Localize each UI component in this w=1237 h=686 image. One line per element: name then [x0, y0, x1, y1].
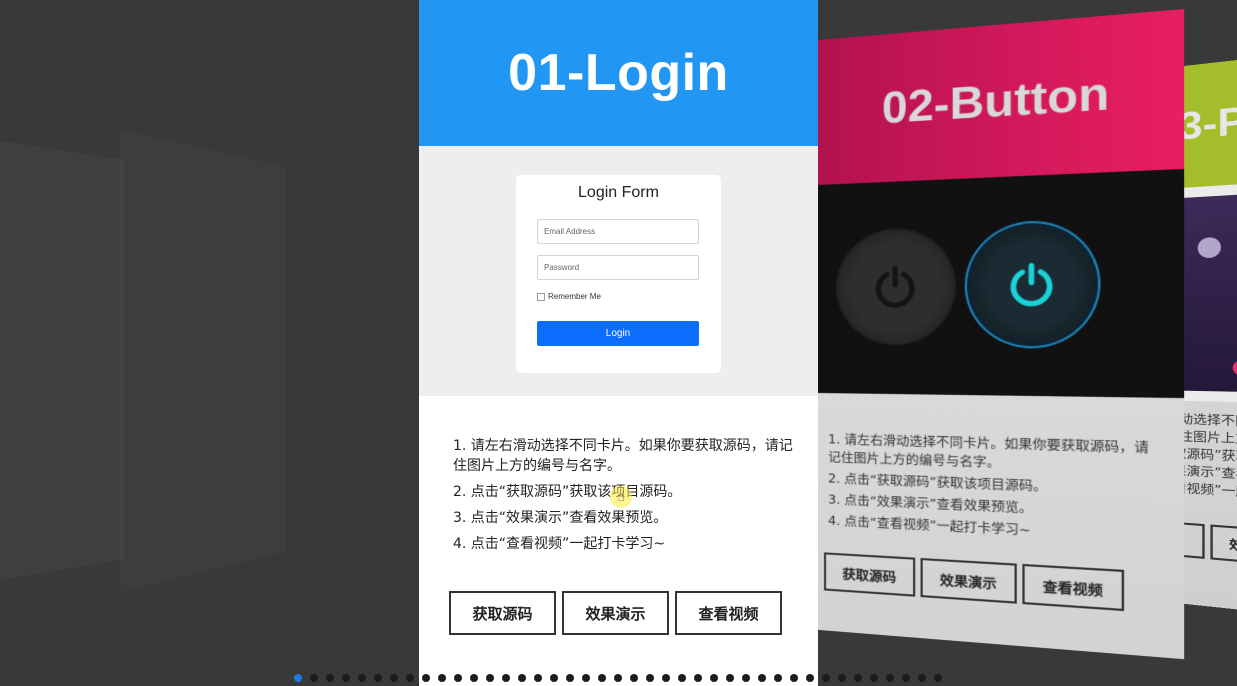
pagination-dot[interactable]: [678, 674, 686, 682]
pagination-dot[interactable]: [358, 674, 366, 682]
pagination-dot[interactable]: [406, 674, 414, 682]
pagination-dot[interactable]: [454, 674, 462, 682]
remember-me-checkbox: Remember Me: [537, 292, 601, 301]
pagination-dot[interactable]: [694, 674, 702, 682]
power-button-off-preview: [838, 228, 954, 343]
pagination-dot[interactable]: [534, 674, 542, 682]
pagination-dot[interactable]: [726, 674, 734, 682]
pagination-dot[interactable]: [934, 674, 942, 682]
watch-video-button[interactable]: 查看视频: [1022, 563, 1125, 612]
pagination-dot[interactable]: [838, 674, 846, 682]
carousel[interactable]: 01-Login Login Form Email Address Passwo…: [0, 0, 1237, 686]
instruction-line: 4. 点击“查看视频”一起打卡学习~: [453, 536, 666, 552]
get-source-button[interactable]: 获取源码: [449, 591, 556, 635]
card-title: 02-Button: [881, 66, 1110, 133]
pagination-dot[interactable]: [902, 674, 910, 682]
pagination-dot[interactable]: [886, 674, 894, 682]
card-01-login[interactable]: 01-Login Login Form Email Address Passwo…: [419, 0, 818, 686]
pagination-dot[interactable]: [710, 674, 718, 682]
instruction-line: 1. 请左右滑动选择不同卡片。如果你要获取源码，请记住图片上方的编号与名字。: [453, 438, 793, 474]
demo-button[interactable]: 效果演示: [562, 591, 669, 635]
pagination-dot[interactable]: [518, 674, 526, 682]
demo-button[interactable]: 效果演示: [1210, 524, 1237, 568]
pagination-dot[interactable]: [502, 674, 510, 682]
pagination-dot[interactable]: [742, 674, 750, 682]
pagination-dot[interactable]: [598, 674, 606, 682]
instruction-line: 1. 请左右滑动选择不同卡片。如果你要获取源码，请记住图片上方的编号与名字。: [828, 431, 1150, 471]
pagination-dot[interactable]: [438, 674, 446, 682]
remember-label: Remember Me: [548, 292, 601, 301]
card-preview-image: Login Form Email Address Password Rememb…: [419, 146, 818, 396]
power-icon: [1004, 259, 1058, 311]
pagination-dot[interactable]: [854, 674, 862, 682]
card-actions: 获取源码 效果演示 查看视频: [824, 552, 1125, 612]
pagination-dot[interactable]: [566, 674, 574, 682]
phone-button: [1232, 360, 1237, 376]
pagination[interactable]: [294, 674, 942, 682]
checkbox-icon: [537, 292, 545, 301]
watch-video-button[interactable]: 查看视频: [675, 591, 782, 635]
pagination-dot[interactable]: [422, 674, 430, 682]
previous-card-ghost: [0, 139, 124, 582]
power-icon: [870, 262, 920, 312]
card-actions: 获取源码 效果演示 查看视频: [449, 591, 782, 635]
pagination-dot[interactable]: [822, 674, 830, 682]
login-button: Login: [537, 321, 699, 346]
pagination-dot[interactable]: [486, 674, 494, 682]
instruction-line: 2. 点击“获取源码”获取该项目源码。: [828, 470, 1048, 495]
card-header: 02-Button: [818, 9, 1185, 186]
pagination-dot[interactable]: [310, 674, 318, 682]
pagination-dot[interactable]: [870, 674, 878, 682]
login-form-preview: Login Form Email Address Password Rememb…: [516, 175, 721, 373]
card-preview-image: [818, 168, 1185, 399]
password-field: Password: [537, 255, 699, 280]
hand-pointer-icon: ☝: [610, 486, 632, 508]
pagination-dot[interactable]: [918, 674, 926, 682]
pagination-dot[interactable]: [470, 674, 478, 682]
pagination-dot[interactable]: [758, 674, 766, 682]
card-header: 01-Login: [419, 0, 818, 146]
avatar: [1197, 236, 1221, 259]
pagination-dot[interactable]: [582, 674, 590, 682]
card-02-button[interactable]: 02-Button 1. 请左右滑动选择不同卡片。如果你要获取源码，请记住图片上…: [818, 9, 1185, 660]
get-source-button[interactable]: 获取源码: [824, 552, 916, 597]
instruction-line: 3. 点击“效果演示”查看效果预览。: [453, 510, 668, 526]
instruction-line: 3. 点击“效果演示”查看效果预览。: [828, 491, 1033, 516]
pagination-dot[interactable]: [790, 674, 798, 682]
pagination-dot[interactable]: [326, 674, 334, 682]
previous-card-ghost: [119, 129, 286, 592]
pagination-dot[interactable]: [662, 674, 670, 682]
pagination-dot[interactable]: [614, 674, 622, 682]
card-title: 01-Login: [508, 44, 729, 102]
pagination-dot[interactable]: [374, 674, 382, 682]
login-form-title: Login Form: [578, 184, 659, 201]
pagination-dot[interactable]: [550, 674, 558, 682]
pagination-dot[interactable]: [342, 674, 350, 682]
card-instructions: 1. 请左右滑动选择不同卡片。如果你要获取源码，请记住图片上方的编号与名字。 2…: [828, 430, 1160, 550]
pagination-dot[interactable]: [806, 674, 814, 682]
pagination-dot[interactable]: [630, 674, 638, 682]
instruction-line: 4. 点击“查看视频”一起打卡学习~: [828, 512, 1031, 538]
pagination-dot[interactable]: [646, 674, 654, 682]
email-field: Email Address: [537, 219, 699, 244]
pagination-dot[interactable]: [294, 674, 302, 682]
pagination-dot[interactable]: [390, 674, 398, 682]
power-button-on-preview: [970, 224, 1095, 343]
demo-button[interactable]: 效果演示: [920, 557, 1017, 604]
pagination-dot[interactable]: [774, 674, 782, 682]
